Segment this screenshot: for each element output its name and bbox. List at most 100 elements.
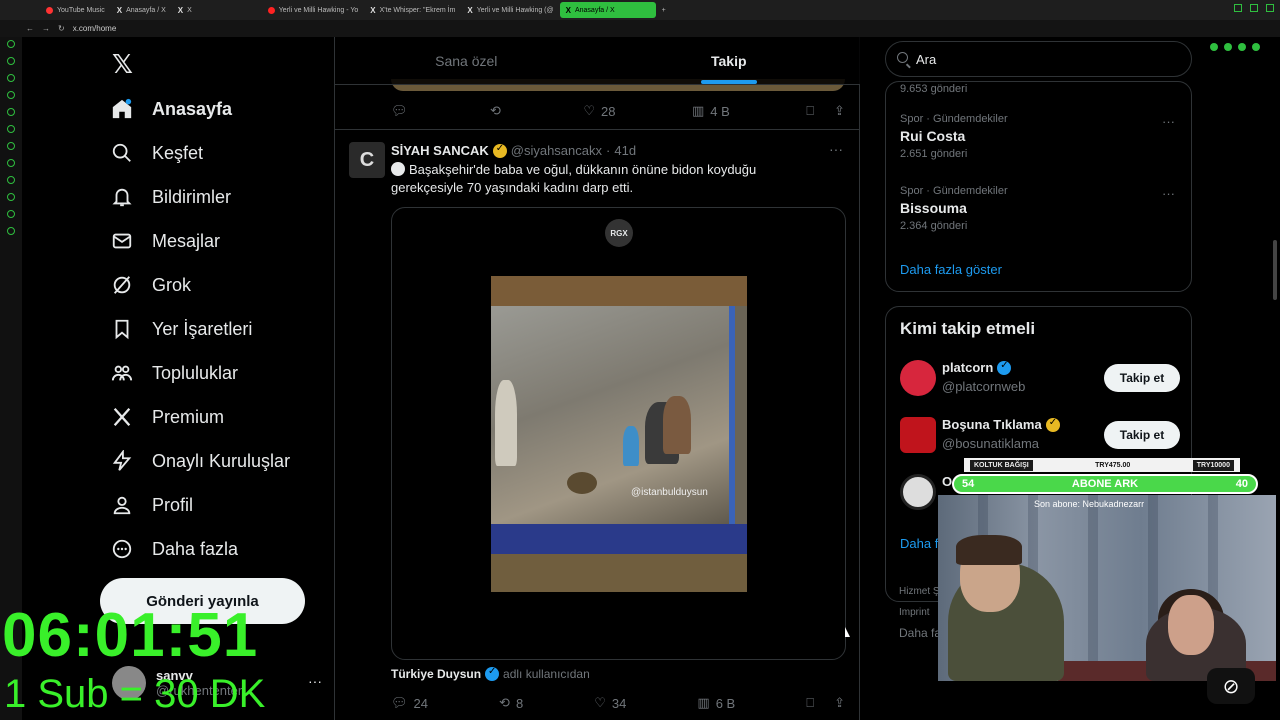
grok-icon[interactable]: ⊘ bbox=[1207, 668, 1255, 704]
maximize-icon[interactable] bbox=[1250, 4, 1258, 12]
extension-icon[interactable] bbox=[1252, 43, 1260, 51]
bookmark-icon[interactable]: ⎕ bbox=[806, 103, 814, 119]
reload-icon[interactable]: ↻ bbox=[58, 24, 65, 33]
tweet-author-handle[interactable]: @siyahsancakx bbox=[511, 143, 602, 158]
browser-tab[interactable]: X Yerli ve Milli Hawking (@ bbox=[461, 2, 559, 18]
reply-icon: 💬︎ bbox=[391, 695, 408, 710]
tweet-more-icon[interactable]: ··· bbox=[829, 141, 843, 157]
nav-item-communities[interactable]: Topluluklar bbox=[110, 361, 238, 385]
share-icon[interactable]: ⇪ bbox=[834, 695, 845, 711]
heart-icon: ♡ bbox=[594, 695, 606, 710]
follow-suggestion[interactable]: Boşuna Tıklama @bosunatiklama Takip et bbox=[900, 415, 1180, 455]
x-icon: X bbox=[370, 5, 376, 15]
sidebar-app-icon[interactable] bbox=[7, 57, 15, 65]
sidebar-app-icon[interactable] bbox=[7, 193, 15, 201]
show-more-link[interactable]: Daha f bbox=[900, 536, 938, 551]
trend-item[interactable]: Spor · Gündemdekiler Rui Costa 2.651 gön… bbox=[900, 113, 1008, 160]
footer-imprint-link[interactable]: Imprint bbox=[899, 607, 930, 618]
footer-more-link[interactable]: Daha fa bbox=[899, 626, 941, 640]
white-circle-emoji bbox=[391, 162, 405, 176]
views-button[interactable]: ▥ 4 B bbox=[692, 103, 730, 119]
new-tab-button[interactable]: + bbox=[656, 2, 672, 18]
like-button[interactable]: ♡ 34 bbox=[594, 695, 626, 711]
nav-item-explore[interactable]: Keşfet bbox=[110, 141, 203, 165]
tweet-video[interactable]: RGX @istanbulduysun bbox=[391, 207, 846, 660]
sidebar-app-icon[interactable] bbox=[7, 108, 15, 116]
sidebar-app-icon[interactable] bbox=[7, 142, 15, 150]
browser-tab[interactable]: Yerli ve Milli Hawking - Yo bbox=[262, 2, 365, 18]
follow-button[interactable]: Takip et bbox=[1104, 364, 1180, 392]
nav-item-more[interactable]: Daha fazla bbox=[110, 537, 238, 561]
sidebar-app-icon[interactable] bbox=[7, 159, 15, 167]
nav-item-notifications[interactable]: Bildirimler bbox=[110, 185, 231, 209]
extension-icon[interactable] bbox=[1238, 43, 1246, 51]
video-frame[interactable]: @istanbulduysun bbox=[491, 276, 747, 592]
source-name[interactable]: Türkiye Duysun bbox=[391, 667, 481, 681]
like-button[interactable]: ♡ 28 bbox=[583, 103, 615, 119]
grok-icon bbox=[110, 273, 134, 297]
tab-for-you[interactable]: Sana özel bbox=[335, 37, 598, 84]
more-icon[interactable]: ··· bbox=[308, 673, 322, 689]
bookmark-icon bbox=[110, 317, 134, 341]
sidebar-app-icon[interactable] bbox=[7, 227, 15, 235]
extension-icon[interactable] bbox=[1210, 43, 1218, 51]
nav-item-messages[interactable]: Mesajlar bbox=[110, 229, 220, 253]
sidebar-app-icon[interactable] bbox=[7, 74, 15, 82]
url-text[interactable]: x.com/home bbox=[73, 24, 117, 33]
nav-label: Yer İşaretleri bbox=[152, 318, 253, 339]
trend-more-icon[interactable]: ··· bbox=[1162, 114, 1175, 129]
tab-following[interactable]: Takip bbox=[598, 37, 861, 84]
follow-suggestion[interactable]: platcorn @platcornweb Takip et bbox=[900, 358, 1180, 398]
sidebar-app-icon[interactable] bbox=[7, 176, 15, 184]
nav-item-premium[interactable]: Premium bbox=[110, 405, 224, 429]
verified-badge-icon bbox=[1045, 417, 1060, 432]
back-icon[interactable]: ← bbox=[26, 24, 34, 33]
browser-tab[interactable]: X X'te Whisper: "Ekrem İm bbox=[364, 2, 461, 18]
sidebar-app-icon[interactable] bbox=[7, 210, 15, 218]
tweet-author-name[interactable]: SİYAH SANCAK bbox=[391, 143, 489, 158]
extension-icon[interactable] bbox=[1224, 43, 1232, 51]
avatar bbox=[900, 360, 936, 396]
sidebar-app-icon[interactable] bbox=[7, 40, 15, 48]
footer-terms-link[interactable]: Hizmet Ş bbox=[899, 586, 940, 597]
close-icon[interactable] bbox=[1266, 4, 1274, 12]
plus-icon: + bbox=[661, 6, 666, 14]
x-logo[interactable]: 𝕏 bbox=[112, 49, 133, 80]
tweet-header: SİYAH SANCAK @siyahsancakx · 41d bbox=[391, 143, 636, 159]
reply-button[interactable]: 💬︎ bbox=[391, 103, 414, 119]
search-placeholder: Ara bbox=[916, 51, 937, 67]
views-button[interactable]: ▥ 6 B bbox=[697, 695, 735, 711]
reply-button[interactable]: 💬︎ 24 bbox=[391, 695, 428, 711]
tweet-time[interactable]: 41d bbox=[614, 143, 636, 158]
browser-tab[interactable]: X Anasayfa / X bbox=[111, 2, 172, 18]
nav-item-verified-orgs[interactable]: Onaylı Kuruluşlar bbox=[110, 449, 290, 473]
trend-more-icon[interactable]: ··· bbox=[1162, 186, 1175, 201]
show-more-link[interactable]: Daha fazla göster bbox=[900, 262, 1002, 277]
retweet-button[interactable]: ⟲ 8 bbox=[499, 695, 523, 711]
nav-item-profile[interactable]: Profil bbox=[110, 493, 193, 517]
nav-item-bookmarks[interactable]: Yer İşaretleri bbox=[110, 317, 252, 341]
nav-label: Keşfet bbox=[152, 142, 204, 163]
address-bar[interactable]: ← → ↻ x.com/home bbox=[0, 20, 1280, 51]
sidebar-app-icon[interactable] bbox=[7, 125, 15, 133]
follow-button[interactable]: Takip et bbox=[1104, 421, 1180, 449]
sidebar-app-icon[interactable] bbox=[7, 91, 15, 99]
scrollbar-thumb[interactable] bbox=[1273, 240, 1277, 300]
share-icon[interactable]: ⇪ bbox=[834, 103, 845, 119]
suggestion-handle: @bosunatiklama bbox=[942, 436, 1040, 451]
tweet-avatar[interactable]: C bbox=[349, 142, 385, 178]
tab-label: X'te Whisper: "Ekrem İm bbox=[379, 6, 456, 14]
browser-tab[interactable]: YouTube Music bbox=[40, 2, 111, 18]
browser-tab[interactable]: XX bbox=[172, 2, 262, 18]
nav-item-home[interactable]: Anasayfa bbox=[110, 97, 232, 121]
search-input[interactable]: Ara bbox=[885, 41, 1192, 77]
forward-icon[interactable]: → bbox=[42, 24, 50, 33]
nav-item-grok[interactable]: Grok bbox=[110, 273, 191, 297]
minimize-icon[interactable] bbox=[1234, 4, 1242, 12]
trend-item[interactable]: 9.653 gönderi bbox=[900, 79, 967, 95]
browser-tab-active[interactable]: X Anasayfa / X bbox=[559, 2, 656, 18]
trend-item[interactable]: Spor · Gündemdekiler Bissouma 2.364 gönd… bbox=[900, 185, 1008, 232]
retweet-button[interactable]: ⟲ bbox=[490, 103, 507, 119]
avatar bbox=[900, 417, 936, 453]
bookmark-icon[interactable]: ⎕ bbox=[806, 695, 814, 711]
